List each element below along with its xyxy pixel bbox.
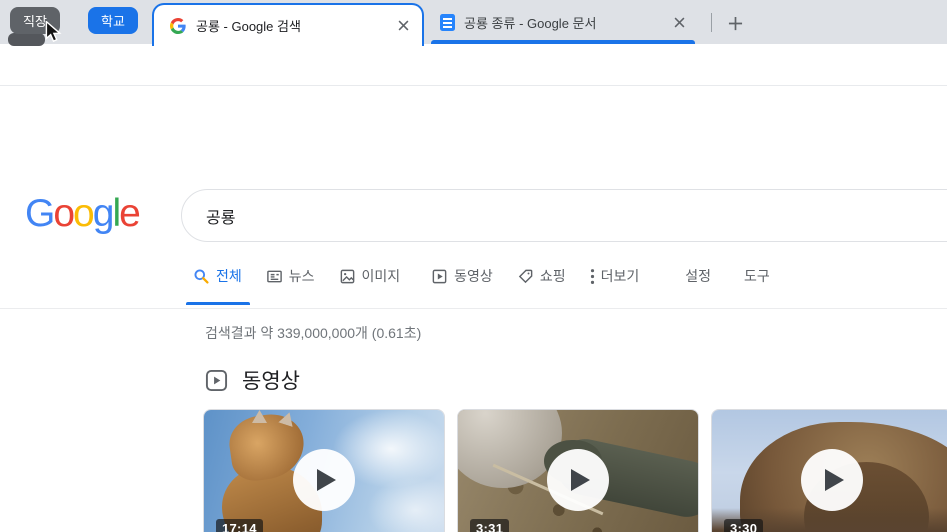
- tab-images-label: 이미지: [362, 266, 401, 286]
- tab-settings[interactable]: 설정: [685, 266, 711, 288]
- tab-group-fragment: [8, 33, 45, 46]
- new-tab-button[interactable]: [722, 10, 748, 36]
- videos-section-title: 동영상: [242, 365, 300, 395]
- tab-images[interactable]: 이미지: [339, 266, 401, 288]
- search-icon: [193, 268, 210, 285]
- mouse-cursor: [44, 21, 63, 48]
- video-thumbnail[interactable]: 3:31: [458, 410, 698, 532]
- page-content: Google 공룡 전체: [0, 86, 947, 532]
- google-g-icon: [170, 18, 186, 34]
- video-section-icon: [205, 369, 228, 392]
- browser-window: 직장 학교 공룡 - Google 검색 공룡 종류 - Google 문서: [0, 0, 947, 532]
- video-card: 3:31 Tyrannosaurus vs Triceratops: [457, 409, 699, 532]
- tab-group-school[interactable]: 학교: [88, 7, 138, 34]
- active-tab-underline: [186, 302, 250, 305]
- video-duration: 3:31: [470, 519, 509, 532]
- tab-news[interactable]: 뉴스: [266, 266, 315, 288]
- video-thumbnail[interactable]: 3:30: [712, 410, 947, 532]
- video-duration: 17:14: [216, 519, 263, 532]
- tab-title: 공룡 - Google 검색: [196, 16, 395, 35]
- close-icon[interactable]: [395, 17, 412, 34]
- google-logo: Google: [25, 192, 139, 236]
- tab-all-label: 전체: [216, 266, 242, 286]
- divider: [0, 308, 947, 309]
- logo-letter: l: [112, 192, 119, 236]
- play-icon[interactable]: [801, 449, 863, 511]
- play-icon[interactable]: [293, 449, 355, 511]
- tab-google-docs[interactable]: 공룡 종류 - Google 문서: [428, 0, 698, 44]
- tab-group-color-underline: [431, 40, 695, 44]
- tab-separator: [711, 13, 712, 32]
- logo-letter: g: [93, 192, 113, 236]
- tab-strip: 직장 학교 공룡 - Google 검색 공룡 종류 - Google 문서: [0, 0, 947, 44]
- tab-group-school-label: 학교: [101, 11, 125, 30]
- tab-title: 공룡 종류 - Google 문서: [464, 13, 671, 32]
- tab-google-search[interactable]: 공룡 - Google 검색: [152, 3, 424, 46]
- tab-tools[interactable]: 도구: [744, 266, 770, 288]
- result-stats: 검색결과 약 339,000,000개 (0.61초): [205, 323, 421, 343]
- search-result-tabs: 전체 뉴스 이미지: [193, 266, 770, 288]
- tab-all[interactable]: 전체: [193, 266, 242, 288]
- google-docs-icon: [440, 14, 455, 31]
- logo-letter: G: [25, 192, 53, 236]
- search-input[interactable]: 공룡: [181, 189, 947, 242]
- video-card: 3:30 Baby Tambatitanis vs Tyrannosaurus: [711, 409, 947, 532]
- video-duration: 3:30: [724, 519, 763, 532]
- tab-videos-label: 동영상: [454, 266, 493, 286]
- videos-section-header: 동영상: [205, 365, 300, 395]
- tab-shopping-label: 쇼핑: [540, 266, 566, 286]
- video-thumbnail[interactable]: 17:14: [204, 410, 444, 532]
- video-card: 17:14 Top 5 Dinosaur Moments: [203, 409, 445, 532]
- close-icon[interactable]: [671, 14, 688, 31]
- tab-videos[interactable]: 동영상: [431, 266, 493, 288]
- tab-tools-label: 도구: [744, 266, 770, 286]
- play-icon[interactable]: [547, 449, 609, 511]
- tab-news-label: 뉴스: [289, 266, 315, 286]
- browser-toolbar: google.com/search?q=dinosaur&oq=dino&aqs…: [0, 44, 947, 86]
- tab-settings-label: 설정: [685, 266, 711, 286]
- news-icon: [266, 268, 283, 285]
- search-query-text: 공룡: [206, 204, 235, 228]
- image-icon: [339, 268, 356, 285]
- logo-letter: e: [119, 192, 139, 236]
- tab-more-label: 더보기: [601, 266, 640, 286]
- shopping-tag-icon: [517, 268, 534, 285]
- logo-letter: o: [53, 192, 73, 236]
- tab-more[interactable]: 더보기: [590, 266, 640, 288]
- more-dots-icon: [590, 268, 595, 285]
- video-icon: [431, 268, 448, 285]
- logo-letter: o: [73, 192, 93, 236]
- tab-shopping[interactable]: 쇼핑: [517, 266, 566, 288]
